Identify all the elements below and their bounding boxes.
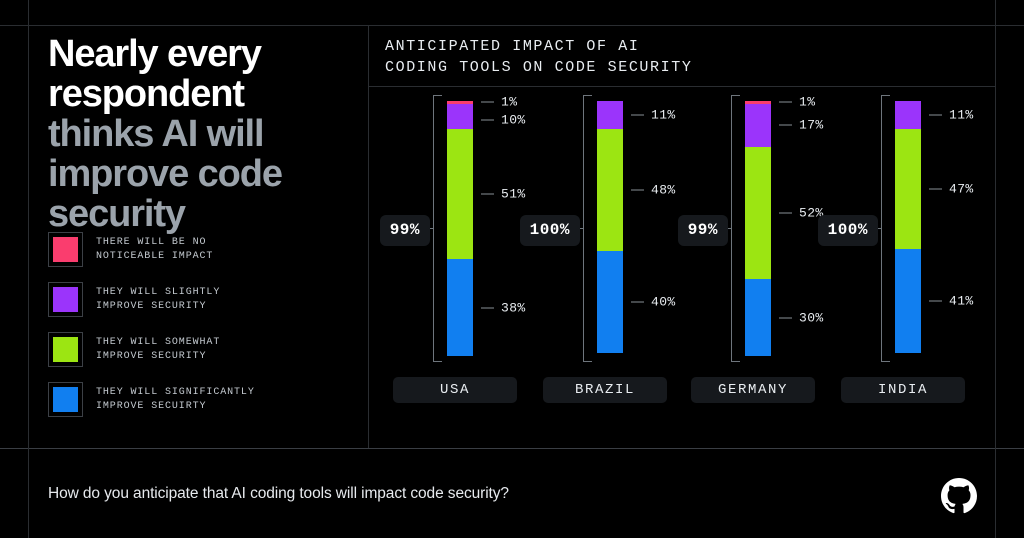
legend-item: THERE WILL BE NO NOTICEABLE IMPACT (48, 232, 348, 267)
segment-value-label: 47% (929, 181, 974, 196)
bar-segment[interactable] (447, 103, 473, 130)
leader-line (779, 101, 792, 103)
chart-column-germany: 99% 1% 17% 52% 30% GERMANY (669, 87, 824, 448)
chart-column-brazil: 100% 11% 48% 40% BRAZIL (519, 87, 676, 448)
segment-value-label: 38% (481, 300, 526, 315)
legend-item-label: THEY WILL SIGNIFICANTLY IMPROVE SECUIRTY (96, 386, 255, 412)
leader-line (631, 114, 644, 116)
total-badge: 100% (817, 215, 878, 246)
chart-plot-area: 99% 1% 10% 51% 38% USA 100% 11% 48% 40% BRAZIL 99% 1… (369, 87, 995, 448)
legend-swatch-frame (48, 382, 83, 417)
legend-color-swatch (53, 237, 78, 262)
bar-segment[interactable] (597, 129, 623, 252)
country-label-usa: USA (393, 377, 517, 403)
bar-segment[interactable] (745, 279, 771, 356)
leader-line (631, 189, 644, 191)
headline-emphasis: Nearly every respondent (48, 33, 262, 115)
legend-color-swatch (53, 387, 78, 412)
stacked-bar[interactable] (597, 101, 623, 356)
segment-value-label: 10% (481, 113, 526, 128)
leader-line (779, 212, 792, 214)
total-bracket (731, 95, 740, 362)
chart-column-usa: 99% 1% 10% 51% 38% USA (371, 87, 526, 448)
left-panel: Nearly every respondent thinks AI will i… (48, 26, 358, 446)
segment-value-text: 1% (799, 94, 816, 110)
legend-item: THEY WILL SLIGHTLY IMPROVE SECURITY (48, 282, 348, 317)
total-badge: 99% (379, 215, 430, 246)
leader-line (929, 114, 942, 116)
bar-segment[interactable] (597, 101, 623, 130)
total-bracket (433, 95, 442, 362)
bar-segment[interactable] (597, 251, 623, 354)
segment-value-text: 11% (949, 107, 974, 123)
headline-continuation: thinks AI will improve code security (48, 113, 283, 235)
total-badge: 100% (519, 215, 580, 246)
page-title: Nearly every respondent thinks AI will i… (48, 26, 358, 234)
stacked-bar[interactable] (447, 101, 473, 356)
legend-swatch-frame (48, 232, 83, 267)
total-badge: 99% (677, 215, 728, 246)
segment-value-label: 41% (929, 294, 974, 309)
legend-item: THEY WILL SOMEWHAT IMPROVE SECURITY (48, 332, 348, 367)
bar-segment[interactable] (895, 101, 921, 130)
country-label-india: INDIA (841, 377, 965, 403)
segment-value-label: 52% (779, 206, 824, 221)
leader-line (779, 124, 792, 126)
segment-value-label: 11% (929, 108, 974, 123)
frame-rule-right (995, 0, 996, 538)
github-logo-icon (941, 478, 977, 514)
leader-line (481, 307, 494, 309)
survey-question: How do you anticipate that AI coding too… (48, 485, 509, 502)
segment-value-label: 17% (779, 118, 824, 133)
segment-value-label: 1% (481, 95, 517, 110)
bar-segment[interactable] (745, 103, 771, 147)
country-label-germany: GERMANY (691, 377, 815, 403)
leader-line (481, 119, 494, 121)
legend-item: THEY WILL SIGNIFICANTLY IMPROVE SECUIRTY (48, 382, 348, 417)
frame-rule-bottom (0, 448, 1024, 449)
legend-item-label: THERE WILL BE NO NOTICEABLE IMPACT (96, 236, 214, 262)
leader-line (631, 301, 644, 303)
leader-line (481, 101, 494, 103)
leader-line (481, 193, 494, 195)
chart-title: ANTICIPATED IMPACT OF AI CODING TOOLS ON… (385, 38, 693, 76)
stacked-bar[interactable] (745, 101, 771, 356)
legend-color-swatch (53, 337, 78, 362)
infographic-root: Nearly every respondent thinks AI will i… (0, 0, 1024, 538)
legend-item-label: THEY WILL SOMEWHAT IMPROVE SECURITY (96, 336, 221, 362)
leader-line (929, 188, 942, 190)
legend: THERE WILL BE NO NOTICEABLE IMPACT THEY W… (48, 232, 348, 432)
leader-line (779, 317, 792, 319)
legend-swatch-frame (48, 282, 83, 317)
bar-segment[interactable] (447, 129, 473, 260)
bar-segment[interactable] (447, 259, 473, 356)
chart-panel: ANTICIPATED IMPACT OF AI CODING TOOLS ON… (369, 26, 995, 448)
total-bracket (881, 95, 890, 362)
legend-swatch-frame (48, 332, 83, 367)
bar-segment[interactable] (895, 129, 921, 249)
bar-segment[interactable] (895, 248, 921, 354)
segment-value-label: 30% (779, 310, 824, 325)
segment-value-label: 51% (481, 187, 526, 202)
chart-column-india: 100% 11% 47% 41% INDIA (817, 87, 974, 448)
frame-rule-left (28, 0, 29, 538)
segment-value-text: 1% (501, 94, 518, 110)
legend-color-swatch (53, 287, 78, 312)
segment-value-label: 1% (779, 95, 815, 110)
segment-value-text: 41% (949, 293, 974, 309)
segment-value-text: 47% (949, 181, 974, 197)
leader-line (929, 300, 942, 302)
stacked-bar[interactable] (895, 101, 921, 356)
total-bracket (583, 95, 592, 362)
country-label-brazil: BRAZIL (543, 377, 667, 403)
legend-item-label: THEY WILL SLIGHTLY IMPROVE SECURITY (96, 286, 221, 312)
bar-segment[interactable] (745, 146, 771, 280)
